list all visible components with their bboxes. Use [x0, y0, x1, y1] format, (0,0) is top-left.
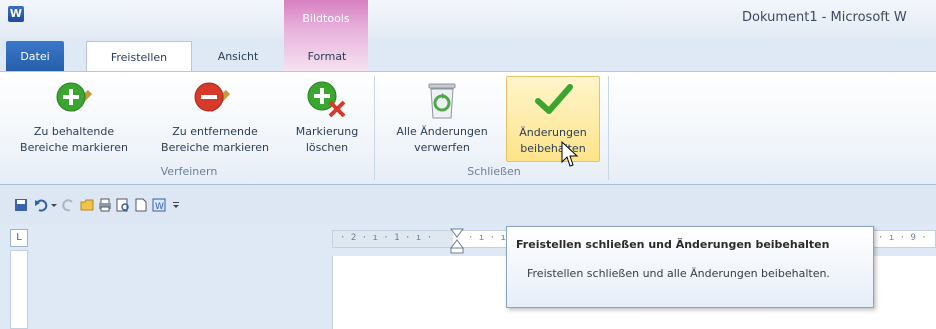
- ruler-right-ticks: · ı · 9 ·: [878, 233, 927, 243]
- tab-format[interactable]: Format: [290, 41, 364, 72]
- word-app-icon[interactable]: W: [8, 6, 24, 22]
- ruler-left-ticks: · 2 · ı · 1 · ı ·: [340, 233, 433, 243]
- undo-icon[interactable]: [34, 198, 48, 212]
- delete-mark-label-2: löschen: [305, 141, 349, 154]
- tab-ansicht[interactable]: Ansicht: [200, 41, 276, 72]
- tooltip-body: Freistellen schließen und alle Änderunge…: [527, 267, 830, 280]
- remove-areas-button[interactable]: Zu entfernende Bereiche markieren: [148, 78, 282, 162]
- undo-dropdown-icon[interactable]: [50, 198, 58, 212]
- checkmark-icon: [535, 84, 573, 114]
- keep-areas-label-2: Bereiche markieren: [20, 141, 128, 154]
- ruler-tab-selector[interactable]: L: [10, 229, 28, 247]
- tab-datei[interactable]: Datei: [6, 41, 64, 72]
- group-label-verfeinern: Verfeinern: [160, 165, 218, 178]
- discard-changes-button[interactable]: Alle Änderungen verwerfen: [380, 78, 504, 162]
- keep-changes-label-1: Änderungen: [519, 126, 587, 139]
- keep-changes-label-2: beibehalten: [520, 142, 586, 155]
- delete-mark-icon: [307, 81, 346, 118]
- window-title: Dokument1 - Microsoft W: [742, 10, 907, 25]
- keep-changes-button[interactable]: Änderungen beibehalten: [506, 76, 600, 162]
- recycle-bin-icon: [428, 83, 456, 119]
- context-group-label: Bildtools: [302, 12, 350, 25]
- plus-pen-icon: [56, 82, 93, 113]
- delete-mark-label-1: Markierung: [295, 125, 359, 138]
- customize-qat-icon[interactable]: [172, 198, 180, 212]
- svg-text:W: W: [155, 202, 164, 212]
- redo-icon[interactable]: [62, 198, 76, 212]
- vertical-ruler: [10, 250, 28, 329]
- ruler-mid-ticks: · ı · ı: [468, 233, 506, 243]
- tooltip-title: Freistellen schließen und Änderungen bei…: [516, 238, 830, 251]
- open-icon[interactable]: [80, 198, 94, 212]
- tooltip: Freistellen schließen und Änderungen bei…: [506, 226, 874, 308]
- mouse-cursor-icon: [561, 140, 578, 167]
- save-icon[interactable]: [14, 198, 28, 212]
- minus-pen-icon: [194, 82, 231, 113]
- word-art-icon[interactable]: W: [152, 198, 166, 212]
- new-document-icon[interactable]: [134, 198, 148, 212]
- discard-changes-label-1: Alle Änderungen: [396, 125, 488, 138]
- group-separator: [608, 76, 609, 180]
- remove-areas-label-2: Bereiche markieren: [161, 141, 269, 154]
- tab-freistellen[interactable]: Freistellen: [86, 41, 192, 72]
- delete-mark-button[interactable]: Markierung löschen: [284, 78, 370, 162]
- print-icon[interactable]: [98, 198, 112, 212]
- indent-marker-icon[interactable]: [450, 228, 464, 254]
- keep-areas-label-1: Zu behaltende: [33, 125, 115, 138]
- remove-areas-label-1: Zu entfernende: [172, 125, 258, 138]
- group-separator: [374, 76, 375, 180]
- discard-changes-label-2: verwerfen: [414, 141, 470, 154]
- keep-areas-button[interactable]: Zu behaltende Bereiche markieren: [6, 78, 142, 162]
- print-preview-icon[interactable]: [116, 198, 130, 212]
